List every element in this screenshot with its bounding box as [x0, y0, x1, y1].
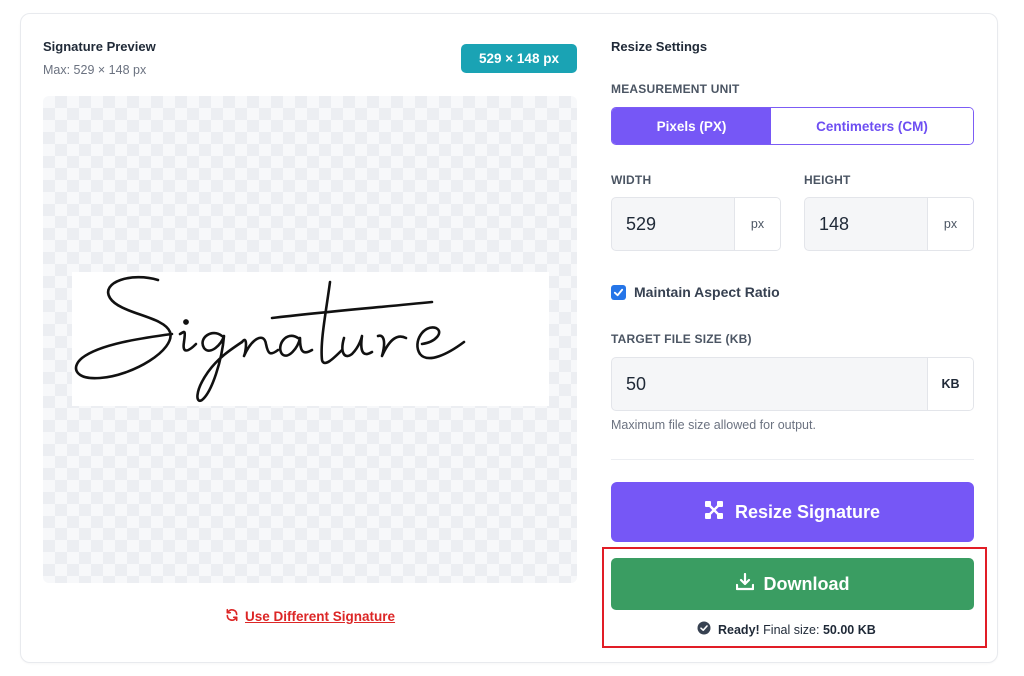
- aspect-ratio-checkbox[interactable]: [611, 284, 626, 300]
- dimension-badge: 529 × 148 px: [461, 44, 577, 73]
- use-different-signature-label: Use Different Signature: [245, 609, 396, 624]
- target-size-field[interactable]: 50 KB: [611, 357, 974, 411]
- measurement-unit-label: MEASUREMENT UNIT: [611, 82, 740, 96]
- download-icon: [735, 572, 754, 596]
- target-size-label: TARGET FILE SIZE (KB): [611, 332, 752, 346]
- refresh-icon: [225, 608, 239, 625]
- height-unit: px: [927, 198, 973, 250]
- width-field[interactable]: 529 px: [611, 197, 781, 251]
- width-label: WIDTH: [611, 173, 652, 187]
- resize-signature-button[interactable]: Resize Signature: [611, 482, 974, 542]
- check-circle-icon: [697, 621, 711, 638]
- unit-toggle: Pixels (PX) Centimeters (CM): [611, 107, 974, 145]
- preview-title: Signature Preview: [43, 39, 156, 54]
- unit-centimeters-button[interactable]: Centimeters (CM): [771, 108, 973, 144]
- height-field[interactable]: 148 px: [804, 197, 974, 251]
- download-label: Download: [763, 573, 850, 594]
- checkmark-icon: [613, 288, 624, 296]
- target-size-unit: KB: [927, 358, 973, 410]
- resize-icon: [704, 500, 723, 524]
- signature-drawing: [74, 275, 466, 403]
- status-text: Final size:: [763, 622, 820, 637]
- status-ready: Ready!: [718, 622, 760, 637]
- use-different-signature-link[interactable]: Use Different Signature: [225, 608, 395, 625]
- unit-pixels-button[interactable]: Pixels (PX): [612, 108, 771, 144]
- width-input[interactable]: 529: [612, 198, 734, 250]
- target-size-input[interactable]: 50: [612, 358, 927, 410]
- target-size-helper: Maximum file size allowed for output.: [611, 418, 816, 432]
- download-status: Ready! Final size: 50.00 KB: [697, 621, 876, 638]
- signature-image: [72, 272, 549, 406]
- divider: [611, 459, 974, 460]
- resize-signature-label: Resize Signature: [734, 501, 881, 522]
- height-input[interactable]: 148: [805, 198, 927, 250]
- download-button[interactable]: Download: [611, 558, 974, 610]
- preview-max-size: Max: 529 × 148 px: [43, 63, 147, 77]
- status-size: 50.00 KB: [822, 622, 876, 637]
- aspect-ratio-label: Maintain Aspect Ratio: [634, 284, 780, 300]
- aspect-ratio-row[interactable]: Maintain Aspect Ratio: [611, 284, 780, 300]
- settings-title: Resize Settings: [611, 39, 708, 54]
- height-label: HEIGHT: [804, 173, 851, 187]
- width-unit: px: [734, 198, 780, 250]
